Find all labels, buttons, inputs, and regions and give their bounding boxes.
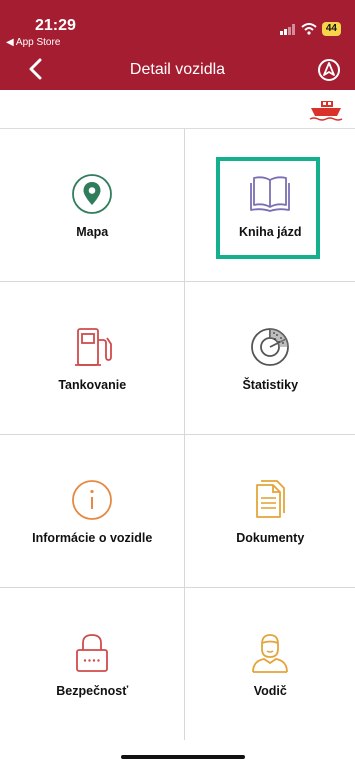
menu-item-vehicle-info[interactable]: Informácie o vozidle xyxy=(0,435,184,587)
page-title: Detail vozidla xyxy=(129,61,226,78)
home-indicator[interactable] xyxy=(121,755,245,759)
menu-item-map[interactable]: Mapa xyxy=(0,129,184,281)
vehicle-bar xyxy=(0,90,355,129)
menu-item-label: Vodič xyxy=(253,684,287,698)
menu-item-driver[interactable]: Vodič xyxy=(184,588,355,740)
lock-icon xyxy=(76,634,109,672)
back-to-app-store[interactable]: ◀ App Store xyxy=(6,37,60,48)
fuel-pump-icon xyxy=(75,328,113,366)
selection-highlight xyxy=(216,157,321,259)
menu-item-label: Dokumenty xyxy=(236,531,305,545)
battery-level: 44 xyxy=(321,22,341,36)
menu-item-label: Štatistiky xyxy=(242,378,299,392)
navigation-circle-icon[interactable] xyxy=(317,58,341,82)
menu-row: Bezpečnosť Vodič xyxy=(0,588,355,740)
menu-item-label: Informácie o vozidle xyxy=(32,531,153,545)
signal-icon xyxy=(279,23,295,35)
menu-row: Mapa Kniha jázd xyxy=(0,129,355,282)
menu-item-label: Mapa xyxy=(76,225,109,239)
status-time: 21:29 xyxy=(35,17,76,34)
document-icon xyxy=(256,480,286,518)
menu-item-label: Tankovanie xyxy=(58,378,127,392)
menu-item-logbook[interactable]: Kniha jázd xyxy=(184,129,355,281)
boat-icon[interactable] xyxy=(309,98,343,122)
menu-item-security[interactable]: Bezpečnosť xyxy=(0,588,184,740)
menu-row: Tankovanie Štatistiky xyxy=(0,282,355,435)
map-pin-icon xyxy=(72,174,113,214)
menu-item-refueling[interactable]: Tankovanie xyxy=(0,282,184,434)
top-bar: 21:29 ◀ App Store 44 Detail vozidla xyxy=(0,0,355,90)
driver-icon xyxy=(252,634,289,673)
menu-row: Informácie o vozidle Dokumenty xyxy=(0,435,355,588)
menu-item-statistics[interactable]: Štatistiky xyxy=(184,282,355,434)
info-icon xyxy=(72,480,113,520)
menu-grid: Mapa Kniha jázd Tankovanie Štatistiky In… xyxy=(0,129,355,740)
status-indicators: 44 xyxy=(279,22,341,36)
wifi-icon xyxy=(301,23,317,35)
pie-chart-icon xyxy=(251,328,290,366)
menu-item-label: Bezpečnosť xyxy=(56,684,129,698)
menu-item-documents[interactable]: Dokumenty xyxy=(184,435,355,587)
